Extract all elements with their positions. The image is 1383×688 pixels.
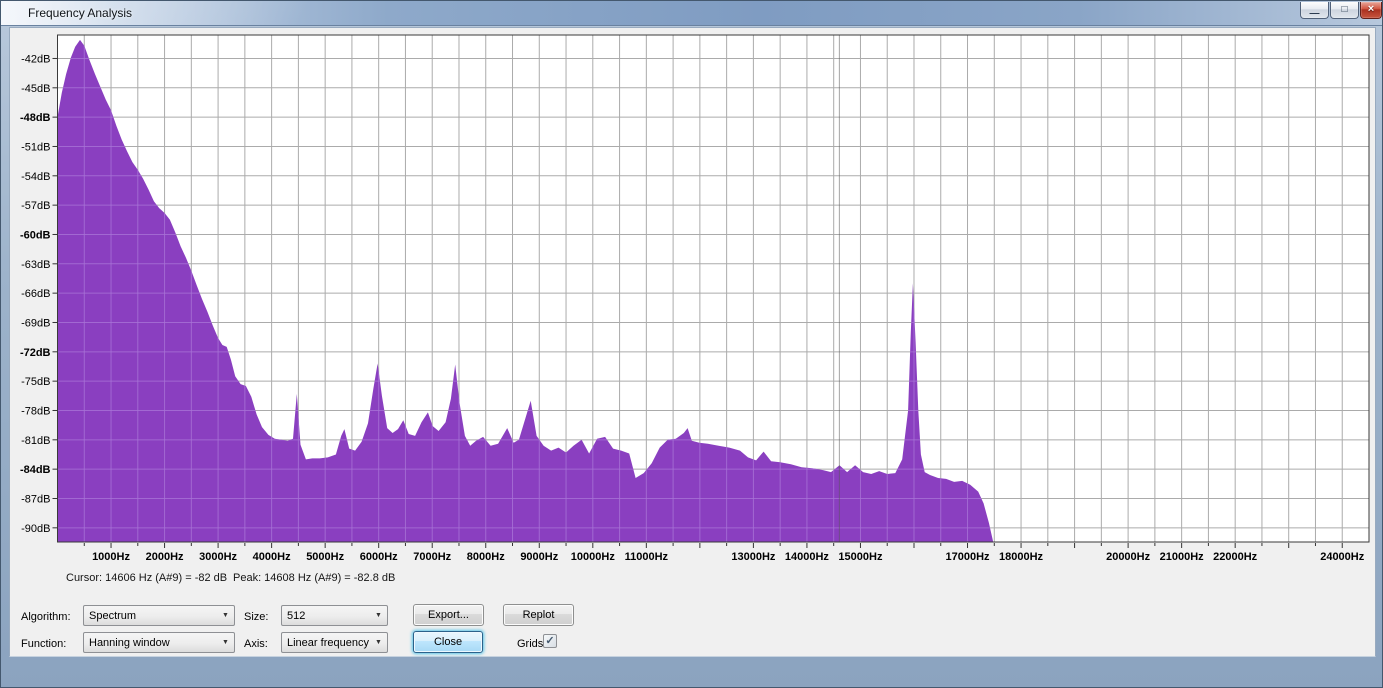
peak-readout: Peak: 14608 Hz (A#9) = -82.8 dB (233, 572, 396, 584)
axis-label: Axis: (244, 638, 268, 650)
axis-select[interactable]: Linear frequency ▼ (281, 632, 388, 653)
algorithm-select[interactable]: Spectrum ▼ (83, 605, 235, 626)
check-icon: ✓ (545, 635, 555, 647)
frequency-analysis-window: Frequency Analysis — □ × 1000Hz 2000Hz 300… (0, 0, 1383, 688)
function-value: Hanning window (89, 636, 170, 649)
grids-label: Grids (517, 638, 544, 650)
replot-button[interactable]: Replot (503, 604, 574, 626)
axis-value: Linear frequency (287, 636, 369, 649)
minimize-icon: — (1309, 8, 1320, 19)
minimize-button[interactable]: — (1300, 2, 1329, 19)
cursor-readout: Cursor: 14606 Hz (A#9) = -82 dB (66, 572, 228, 584)
title-bar[interactable]: Frequency Analysis (1, 1, 1382, 26)
maximize-button[interactable]: □ (1330, 2, 1359, 19)
export-button[interactable]: Export... (413, 604, 484, 626)
window-title: Frequency Analysis (28, 6, 133, 20)
maximize-icon: □ (1341, 4, 1348, 15)
chevron-down-icon: ▼ (375, 639, 382, 646)
size-select[interactable]: 512 ▼ (281, 605, 388, 626)
size-label: Size: (244, 611, 269, 623)
plot-area[interactable] (58, 35, 1370, 542)
chevron-down-icon: ▼ (222, 639, 229, 646)
function-label: Function: (21, 638, 67, 650)
close-button[interactable]: Close (413, 631, 483, 653)
close-window-button[interactable]: × (1360, 2, 1382, 19)
size-value: 512 (287, 609, 306, 622)
algorithm-label: Algorithm: (21, 611, 71, 623)
chevron-down-icon: ▼ (375, 612, 382, 619)
grids-checkbox[interactable]: ✓ (543, 634, 557, 648)
chevron-down-icon: ▼ (222, 612, 229, 619)
close-icon: × (1367, 3, 1375, 15)
algorithm-value: Spectrum (89, 609, 137, 622)
function-select[interactable]: Hanning window ▼ (83, 632, 235, 653)
